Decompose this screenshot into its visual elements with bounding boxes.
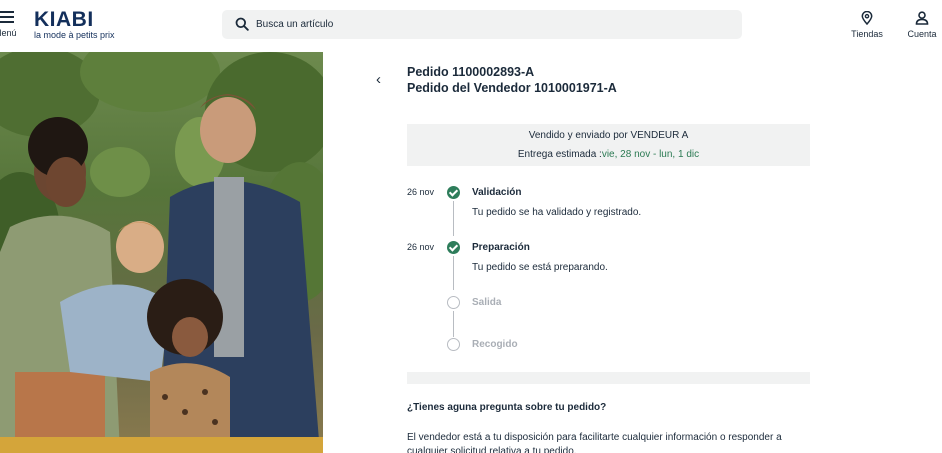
empty-circle-icon: [447, 338, 460, 351]
order-number: Pedido 1100002893-A: [407, 65, 535, 79]
vendor-info-panel: Vendido y enviado por VENDEUR A Entrega …: [407, 124, 810, 166]
step-description: Tu pedido se está preparando.: [472, 262, 608, 273]
search-bar[interactable]: [222, 10, 742, 39]
empty-circle-icon: [447, 296, 460, 309]
section-divider: [407, 372, 810, 384]
kiabi-logo[interactable]: KIABI la mode à petits prix: [34, 8, 115, 40]
step-name: Recogido: [472, 339, 518, 350]
check-circle-icon: [447, 186, 460, 199]
hamburger-icon: [0, 11, 14, 23]
stores-label: Tiendas: [851, 29, 883, 39]
order-status-timeline: 26 nov Validación Tu pedido se ha valida…: [407, 180, 810, 360]
stores-button[interactable]: Tiendas: [850, 11, 884, 39]
account-button[interactable]: Cuenta: [906, 11, 938, 39]
account-label: Cuenta: [907, 29, 937, 39]
estimated-delivery: Entrega estimada :vie, 28 nov - lun, 1 d…: [407, 149, 810, 160]
step-name: Salida: [472, 297, 502, 308]
step-date: 26 nov: [407, 242, 435, 252]
menu-label: Menú: [0, 28, 17, 38]
step-name: Validación: [472, 187, 522, 198]
logo-wordmark: KIABI: [34, 8, 94, 31]
vendor-order-number: Pedido del Vendedor 1010001971-A: [407, 81, 617, 95]
help-question: ¿Tienes aguna pregunta sobre tu pedido?: [407, 402, 607, 413]
order-title: Pedido 1100002893-A Pedido del Vendedor …: [407, 64, 617, 96]
delivery-dates: vie, 28 nov - lun, 1 dic: [601, 149, 700, 160]
site-header: Menú KIABI la mode à petits prix Tiendas…: [0, 0, 942, 52]
step-description: Tu pedido se ha validado y registrado.: [472, 207, 642, 218]
back-arrow-icon[interactable]: ‹: [376, 72, 390, 88]
location-pin-icon: [861, 11, 873, 25]
search-icon[interactable]: [235, 17, 249, 31]
delivery-label: Entrega estimada :: [517, 149, 602, 160]
timeline-connector: [453, 201, 454, 236]
sold-by-text: Vendido y enviado por VENDEUR A: [528, 130, 689, 141]
step-date: 26 nov: [407, 187, 435, 197]
timeline-connector: [453, 311, 454, 337]
check-circle-icon: [447, 241, 460, 254]
step-name: Preparación: [472, 242, 530, 253]
help-text: El vendedor está a tu disposición para f…: [407, 432, 782, 453]
logo-tagline: la mode à petits prix: [34, 30, 115, 40]
family-hero-image: [0, 52, 323, 453]
search-input[interactable]: [256, 10, 726, 39]
menu-button[interactable]: Menú: [0, 11, 20, 38]
user-icon: [915, 11, 929, 25]
timeline-connector: [453, 256, 454, 290]
